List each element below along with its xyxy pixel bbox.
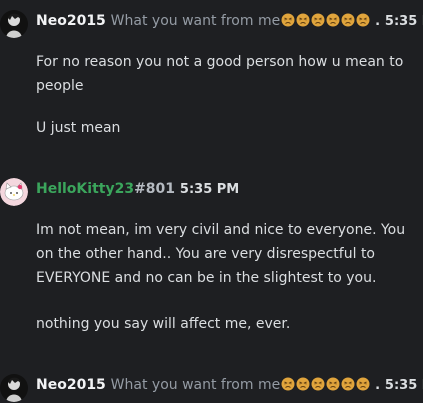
author-row: Neo2015 What you want from me . 5:35 PM	[36, 12, 423, 31]
status-emoji-group	[280, 377, 370, 393]
author-row: HelloKitty23#801 5:35 PM	[36, 180, 239, 199]
author-name[interactable]: Neo2015	[36, 13, 106, 29]
persevering-face-icon	[356, 377, 370, 391]
persevering-face-icon	[341, 377, 355, 391]
author-row: Neo2015 What you want from me . 5:35 PM	[36, 376, 423, 395]
persevering-face-icon	[281, 377, 295, 391]
message-header: Neo2015 What you want from me . 5:35 PM	[0, 374, 423, 396]
persevering-face-icon	[281, 13, 295, 27]
author-name[interactable]: HelloKitty23	[36, 181, 134, 197]
message-content: U just mean	[36, 120, 121, 136]
status-emoji-group	[280, 13, 370, 29]
persevering-face-icon	[311, 377, 325, 391]
persevering-face-icon	[311, 13, 325, 27]
message-content: For no reason you not a good person how …	[36, 54, 404, 94]
separator-dot: .	[375, 14, 381, 29]
message-header: HelloKitty23#801 5:35 PM	[0, 178, 423, 200]
custom-status: What you want from me	[110, 377, 281, 393]
persevering-face-icon	[326, 13, 340, 27]
message-content: Im not mean, im very civil and nice to e…	[36, 222, 406, 286]
timestamp[interactable]: 5:35 PM	[385, 14, 423, 29]
timestamp[interactable]: 5:35 PM	[385, 378, 423, 393]
separator-dot: .	[375, 378, 381, 393]
custom-status: What you want from me	[110, 13, 281, 29]
timestamp[interactable]: 5:35 PM	[180, 182, 239, 197]
persevering-face-icon	[326, 377, 340, 391]
persevering-face-icon	[296, 13, 310, 27]
discriminator: #801	[134, 181, 176, 197]
persevering-face-icon	[356, 13, 370, 27]
persevering-face-icon	[341, 13, 355, 27]
message-content: nothing you say will affect me, ever.	[36, 316, 291, 332]
persevering-face-icon	[296, 377, 310, 391]
message-header: Neo2015 What you want from me . 5:35 PM	[0, 10, 423, 32]
author-name[interactable]: Neo2015	[36, 377, 106, 393]
